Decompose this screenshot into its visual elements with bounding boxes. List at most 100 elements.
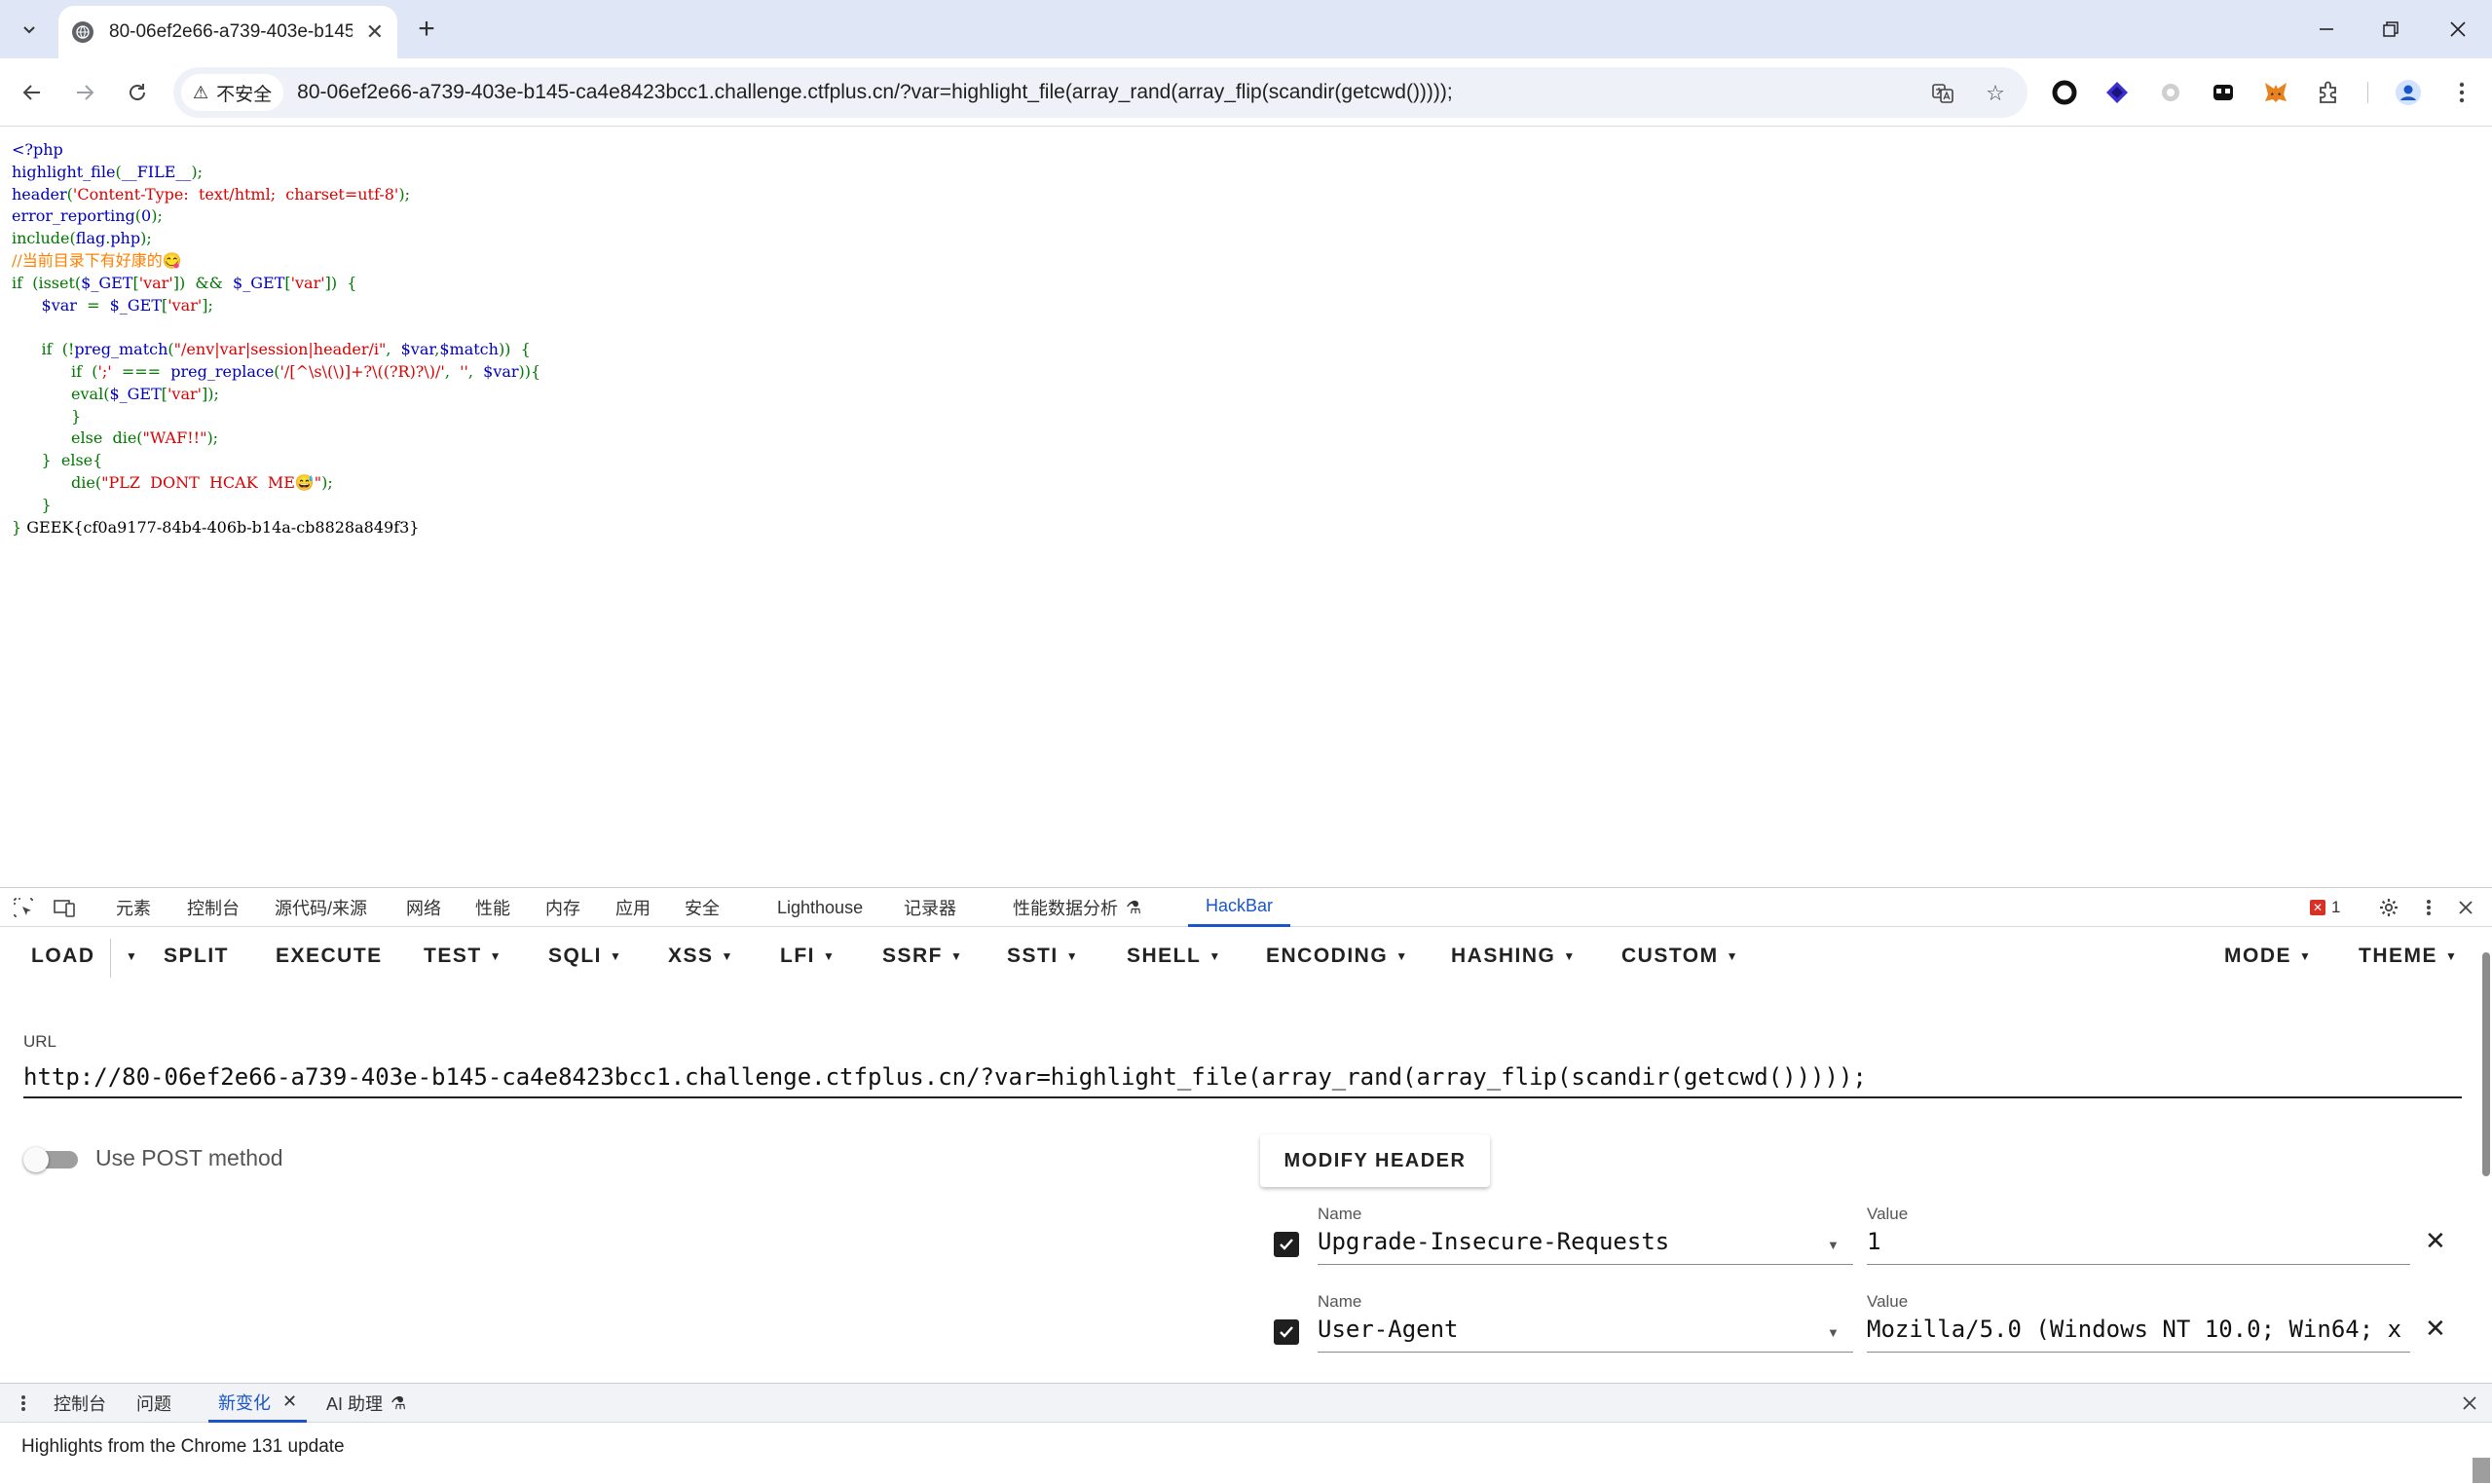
- browser-tab[interactable]: 80-06ef2e66-a739-403e-b145 ✕: [58, 6, 397, 58]
- post-method-toggle[interactable]: [23, 1147, 78, 1172]
- modify-header-button[interactable]: MODIFY HEADER: [1260, 1134, 1490, 1187]
- tab-search-button[interactable]: [12, 14, 47, 45]
- remove-header-icon[interactable]: ✕: [2425, 1226, 2446, 1256]
- sqli-menu[interactable]: SQLI ▼: [548, 945, 622, 968]
- devtools-tab-bar: 元素 控制台 源代码/来源 网络 性能 内存 应用 安全 Lighthouse …: [0, 888, 2492, 927]
- drawer-menu-icon[interactable]: [12, 1391, 35, 1415]
- lfi-menu[interactable]: LFI ▼: [780, 945, 836, 968]
- custom-menu[interactable]: CUSTOM ▼: [1621, 945, 1739, 968]
- settings-gear-icon[interactable]: [2376, 896, 2401, 919]
- address-text[interactable]: 80-06ef2e66-a739-403e-b145-ca4e8423bcc1.…: [297, 81, 1453, 104]
- caret-down-icon: ▼: [489, 949, 503, 964]
- load-dropdown-icon[interactable]: ▼: [118, 945, 138, 968]
- inspect-element-icon[interactable]: [12, 896, 35, 919]
- new-tab-button[interactable]: +: [409, 12, 444, 47]
- drawer-tab-whats-new[interactable]: 新变化 ✕: [208, 1384, 308, 1423]
- header-enabled-checkbox[interactable]: [1274, 1319, 1299, 1345]
- header-name-dropdown-icon[interactable]: ▼: [1827, 1238, 1840, 1252]
- drawer-tab-issues[interactable]: 问题: [136, 1384, 171, 1423]
- code-token: ,: [467, 361, 484, 381]
- code-line: } else{: [12, 450, 540, 472]
- close-tab-icon[interactable]: ✕: [282, 1391, 297, 1412]
- theme-menu[interactable]: THEME ▼: [2359, 945, 2458, 968]
- extension-ring-icon[interactable]: [2049, 77, 2080, 108]
- restore-button[interactable]: [2364, 10, 2417, 49]
- xss-menu[interactable]: XSS ▼: [668, 945, 734, 968]
- lfi-label: LFI: [780, 945, 815, 967]
- header-name-input[interactable]: Upgrade-Insecure-Requests: [1318, 1228, 1853, 1265]
- back-button[interactable]: [14, 74, 51, 111]
- devtools-tab-elements[interactable]: 元素: [116, 888, 151, 927]
- split-button[interactable]: SPLIT: [164, 945, 229, 968]
- ssti-menu[interactable]: SSTI ▼: [1007, 945, 1079, 968]
- remove-header-icon[interactable]: ✕: [2425, 1314, 2446, 1344]
- test-menu[interactable]: TEST ▼: [424, 945, 502, 968]
- code-line: error_reporting(0);: [12, 205, 540, 228]
- drawer-tab-console[interactable]: 控制台: [54, 1384, 106, 1423]
- header-enabled-checkbox[interactable]: [1274, 1232, 1299, 1257]
- devtools-tab-network[interactable]: 网络: [406, 888, 441, 927]
- code-token: $_GET: [233, 273, 285, 292]
- hashing-menu[interactable]: HASHING ▼: [1451, 945, 1577, 968]
- forward-button[interactable]: [66, 74, 103, 111]
- profile-avatar-icon[interactable]: [2393, 77, 2424, 108]
- metamask-fox-icon[interactable]: [2260, 77, 2291, 108]
- devtools-tab-performance-insights[interactable]: 性能数据分析 ⚗: [1013, 888, 1141, 927]
- hackbar-scrollbar[interactable]: [2480, 937, 2492, 1346]
- header-value-input[interactable]: 1: [1867, 1228, 2410, 1265]
- load-button[interactable]: LOAD: [31, 945, 95, 968]
- code-token: $_GET: [81, 273, 133, 292]
- close-window-button[interactable]: [2432, 10, 2484, 49]
- scrollbar-thumb[interactable]: [2482, 952, 2490, 1176]
- ssrf-menu[interactable]: SSRF ▼: [882, 945, 963, 968]
- security-chip[interactable]: ⚠ 不安全: [181, 74, 284, 111]
- extension-gear-icon[interactable]: [2155, 77, 2186, 108]
- reload-button[interactable]: [119, 74, 156, 111]
- drawer-tab-ai-assistant[interactable]: AI 助理 ⚗: [326, 1384, 406, 1423]
- device-toolbar-icon[interactable]: [53, 896, 76, 919]
- translate-icon[interactable]: [1928, 79, 1957, 108]
- encoding-menu[interactable]: ENCODING ▼: [1266, 945, 1409, 968]
- chevron-down-icon: [23, 26, 35, 34]
- code-token: 'var': [167, 384, 203, 403]
- mode-menu[interactable]: MODE ▼: [2224, 945, 2312, 968]
- header-name-input[interactable]: User-Agent: [1318, 1316, 1853, 1353]
- drawer-scrollbar[interactable]: [2473, 1458, 2490, 1483]
- code-token: $var: [400, 340, 435, 359]
- close-devtools-icon[interactable]: [2456, 896, 2475, 919]
- minimize-button[interactable]: [2300, 10, 2353, 49]
- devtools-tab-memory[interactable]: 内存: [545, 888, 580, 927]
- devtools-tab-security[interactable]: 安全: [685, 888, 720, 927]
- code-token: include: [12, 229, 70, 248]
- devtools-tab-sources[interactable]: 源代码/来源: [275, 888, 367, 927]
- error-count: 1: [2331, 898, 2341, 916]
- devtools-more-icon[interactable]: [2419, 896, 2438, 919]
- close-tab-icon[interactable]: ✕: [366, 19, 384, 45]
- extensions-puzzle-icon[interactable]: [2314, 77, 2345, 108]
- bookmark-star-icon[interactable]: ☆: [1981, 79, 2010, 108]
- extension-diamond-icon[interactable]: [2101, 77, 2133, 108]
- header-value-input[interactable]: Mozilla/5.0 (Windows NT 10.0; Win64; x: [1867, 1316, 2410, 1353]
- code-token: )){: [518, 361, 541, 381]
- mode-label: MODE: [2224, 945, 2291, 967]
- header-name-dropdown-icon[interactable]: ▼: [1827, 1325, 1840, 1340]
- devtools-tab-hackbar[interactable]: HackBar: [1188, 888, 1291, 927]
- address-bar[interactable]: ⚠ 不安全 80-06ef2e66-a739-403e-b145-ca4e842…: [173, 67, 2027, 118]
- devtools-tab-recorder[interactable]: 记录器: [904, 888, 956, 927]
- close-drawer-icon[interactable]: [2458, 1391, 2481, 1415]
- code-token: ';': [97, 361, 122, 381]
- devtools-tab-application[interactable]: 应用: [615, 888, 651, 927]
- error-count-badge[interactable]: ✕ 1: [2310, 896, 2340, 919]
- whats-new-message[interactable]: Highlights from the Chrome 131 update: [21, 1436, 345, 1458]
- more-menu-icon[interactable]: [2446, 77, 2477, 108]
- devtools-tab-performance[interactable]: 性能: [475, 888, 510, 927]
- execute-button[interactable]: EXECUTE: [276, 945, 383, 968]
- shell-menu[interactable]: SHELL ▼: [1127, 945, 1222, 968]
- devtools-tab-lighthouse[interactable]: Lighthouse: [777, 888, 863, 927]
- code-token: );: [151, 206, 163, 226]
- devtools-tab-console[interactable]: 控制台: [187, 888, 240, 927]
- extension-mask-icon[interactable]: [2208, 77, 2239, 108]
- devtools-drawer: 控制台 问题 新变化 ✕ AI 助理 ⚗ Highlights from the…: [0, 1383, 2492, 1484]
- url-input[interactable]: http://80-06ef2e66-a739-403e-b145-ca4e84…: [23, 1059, 2462, 1098]
- menu-divider: [110, 939, 111, 978]
